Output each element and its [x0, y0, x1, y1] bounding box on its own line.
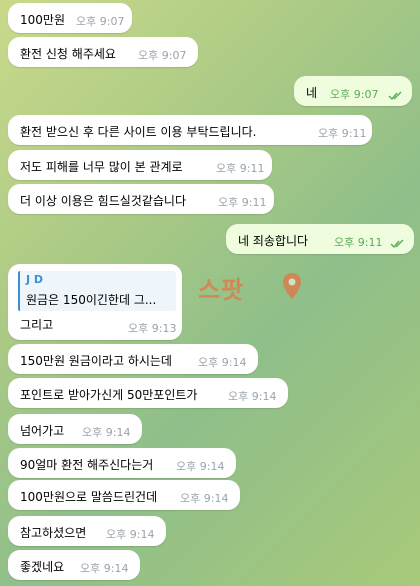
- message-bubble[interactable]: 포인트로 받아가신게 50만포인트가 오후 9:14: [8, 378, 288, 408]
- message-time: 오후 9:14: [82, 426, 131, 439]
- message-text: 저도 피해를 너무 많이 본 관계로: [20, 160, 183, 174]
- message-text: 포인트로 받아가신게 50만포인트가: [20, 388, 198, 402]
- message-text: 100만원으로 말씀드린건데: [20, 490, 158, 504]
- message-bubble[interactable]: 150만원 원금이라고 하시는데 오후 9:14: [8, 344, 258, 374]
- message-bubble-reply[interactable]: J D 원금은 150이긴한데 그... 그리고 오후 9:13: [8, 264, 182, 340]
- message-text: 좋겠네요: [20, 560, 65, 574]
- message-text: 150만원 원금이라고 하시는데: [20, 354, 172, 368]
- message-text: 환전 받으신 후 다른 사이트 이용 부탁드립니다.: [20, 125, 257, 139]
- message-time: 오후 9:11: [334, 236, 383, 249]
- message-time: 오후 9:07: [330, 88, 379, 101]
- message-text: 그리고: [20, 318, 54, 332]
- message-text: 네: [306, 86, 318, 100]
- reply-text: 원금은 150이긴한데 그...: [26, 293, 157, 307]
- message-bubble[interactable]: 넘어가고 오후 9:14: [8, 414, 142, 444]
- message-text: 환전 신청 해주세요: [20, 47, 116, 61]
- message-text: 넘어가고: [20, 424, 65, 438]
- message-time: 오후 9:11: [318, 127, 367, 140]
- message-bubble[interactable]: 참고하셨으면 오후 9:14: [8, 516, 166, 546]
- message-text: 더 이상 이용은 힘드실것같습니다: [20, 194, 187, 208]
- message-time: 오후 9:13: [128, 322, 177, 335]
- message-time: 오후 9:14: [106, 528, 155, 541]
- double-check-icon: [388, 91, 402, 100]
- message-bubble-outgoing[interactable]: 네 죄송합니다 오후 9:11: [226, 224, 414, 254]
- double-check-icon: [390, 239, 404, 248]
- message-bubble[interactable]: 저도 피해를 너무 많이 본 관계로 오후 9:11: [8, 150, 272, 180]
- message-bubble[interactable]: 더 이상 이용은 힘드실것같습니다 오후 9:11: [8, 184, 274, 214]
- message-text: 참고하셨으면: [20, 526, 87, 540]
- message-time: 오후 9:14: [180, 492, 229, 505]
- reply-author: J D: [26, 273, 44, 286]
- message-bubble[interactable]: 90얼마 환전 해주신다는거 오후 9:14: [8, 448, 236, 478]
- message-time: 오후 9:14: [176, 460, 225, 473]
- reply-quote[interactable]: J D 원금은 150이긴한데 그...: [18, 271, 176, 311]
- message-time: 오후 9:11: [216, 162, 265, 175]
- message-bubble[interactable]: 100만원으로 말씀드린건데 오후 9:14: [8, 480, 240, 510]
- message-bubble[interactable]: 100만원 오후 9:07: [8, 3, 132, 33]
- watermark-text-2: 스팟: [198, 276, 245, 304]
- message-time: 오후 9:14: [228, 390, 277, 403]
- message-time: 오후 9:11: [218, 196, 267, 209]
- message-text: 네 죄송합니다: [238, 234, 309, 248]
- message-bubble[interactable]: 환전 신청 해주세요 오후 9:07: [8, 37, 198, 67]
- message-time: 오후 9:07: [138, 49, 187, 62]
- message-bubble[interactable]: 환전 받으신 후 다른 사이트 이용 부탁드립니다. 오후 9:11: [8, 115, 372, 145]
- chat-area: 먹튀 스팟 100만원 오후 9:07 환전 신청 해주세요 오후 9:07 네…: [0, 0, 420, 586]
- message-bubble-outgoing[interactable]: 네 오후 9:07: [294, 76, 412, 106]
- message-time: 오후 9:07: [76, 15, 125, 28]
- message-time: 오후 9:14: [198, 356, 247, 369]
- message-text: 100만원: [20, 13, 65, 27]
- message-bubble[interactable]: 좋겠네요 오후 9:14: [8, 550, 140, 580]
- message-text: 90얼마 환전 해주신다는거: [20, 458, 154, 472]
- location-pin-icon: [283, 273, 301, 299]
- message-time: 오후 9:14: [80, 562, 129, 575]
